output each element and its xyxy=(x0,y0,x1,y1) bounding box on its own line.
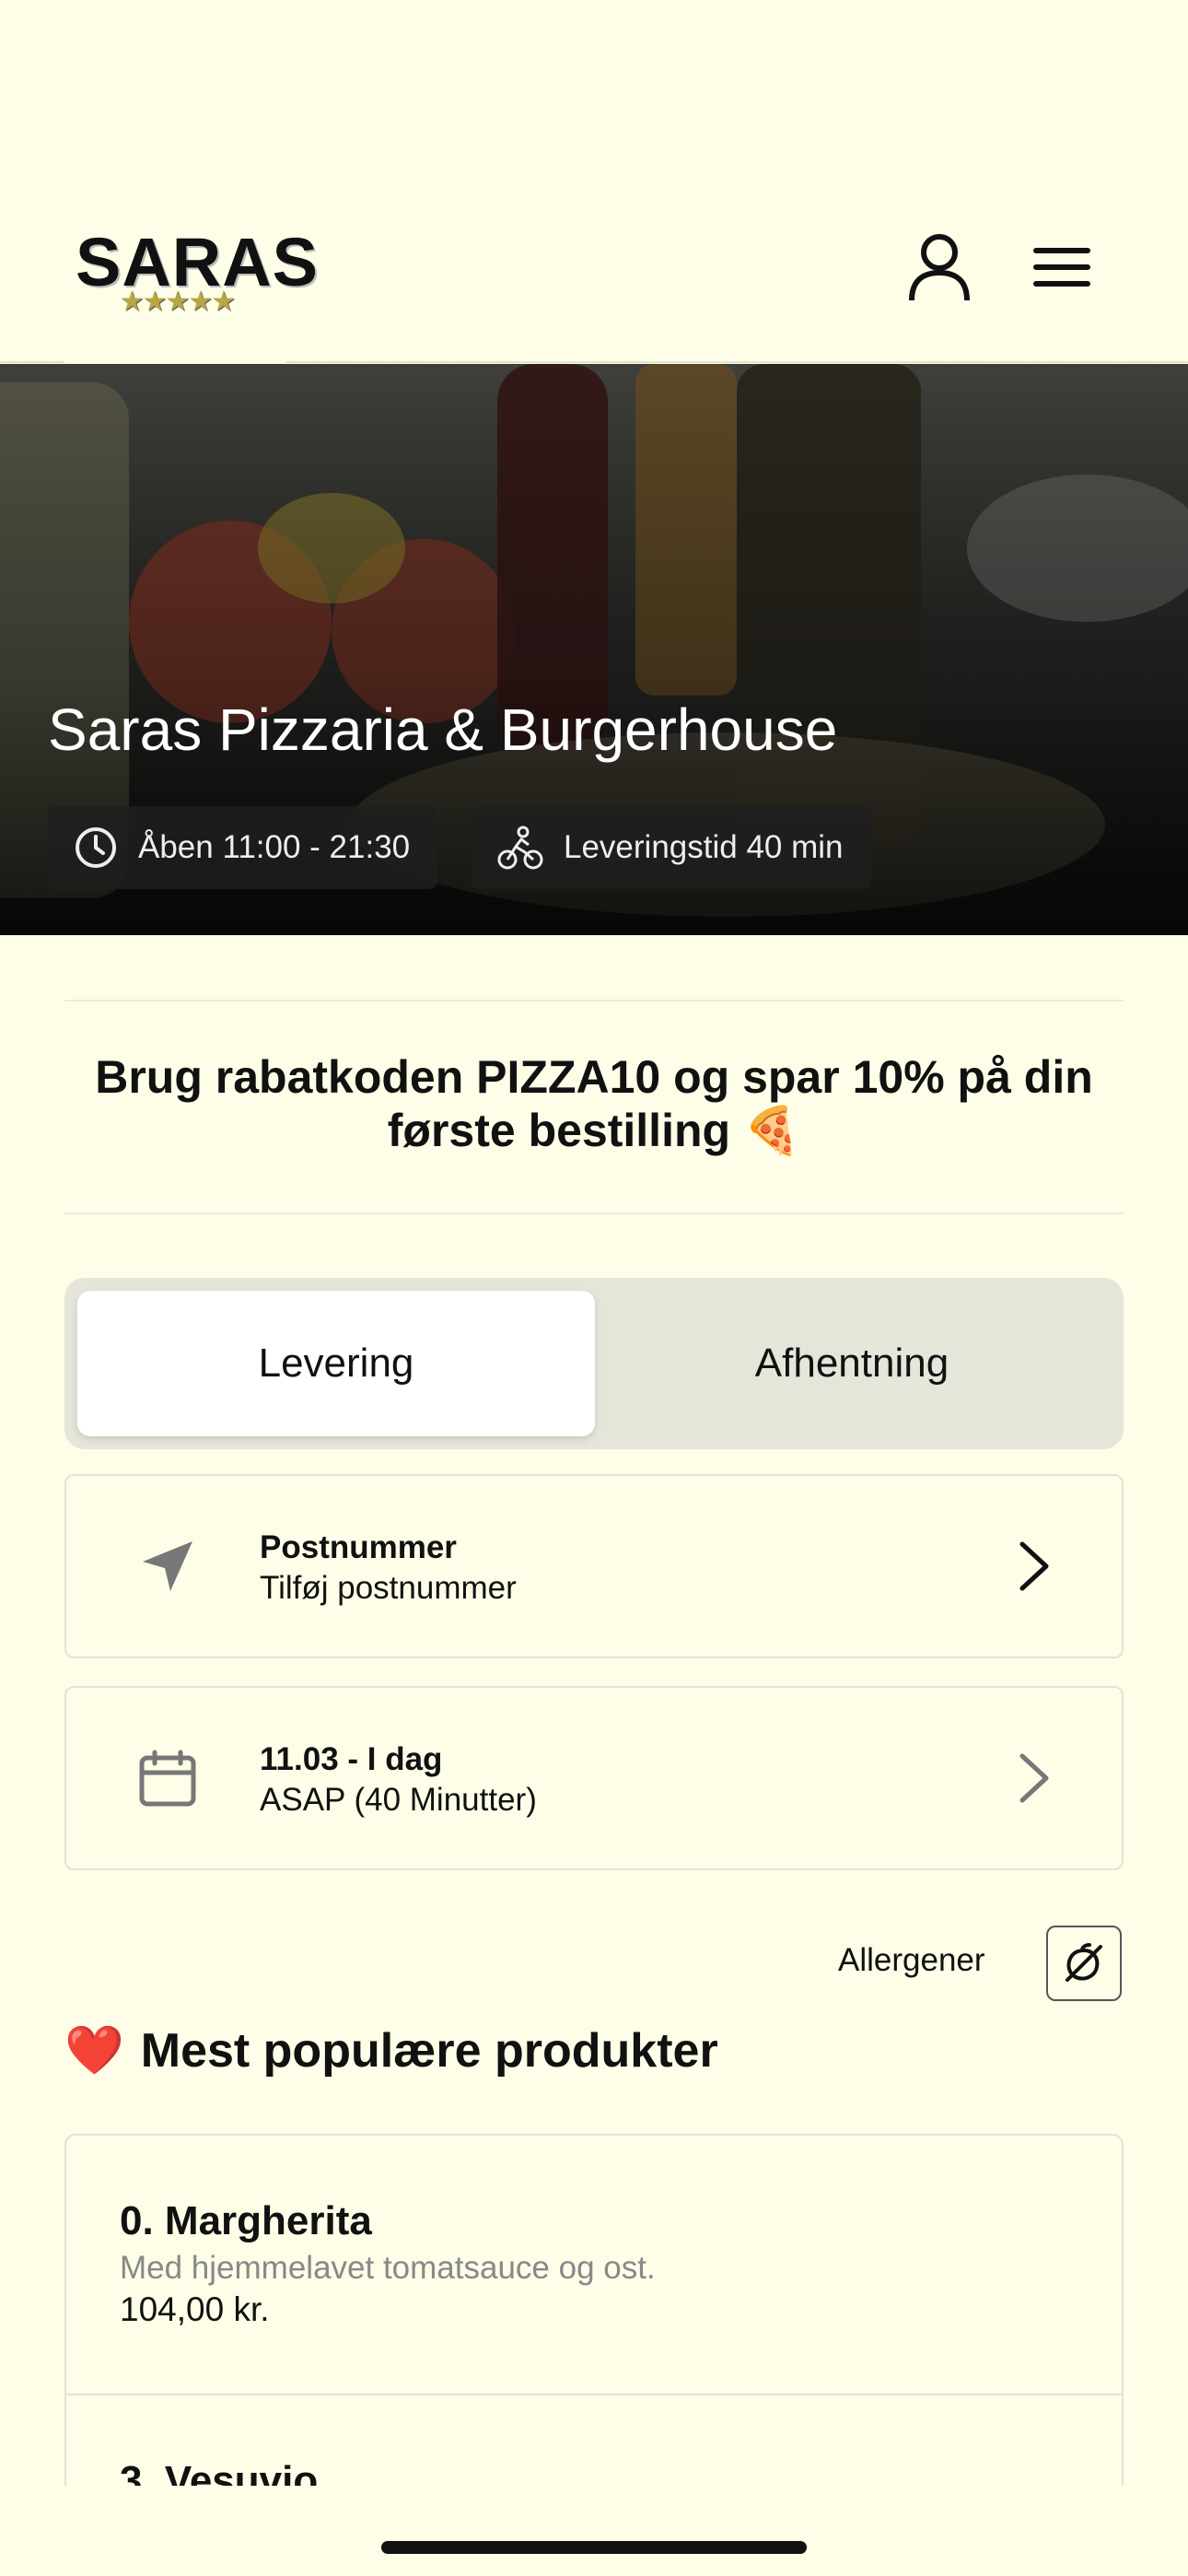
product-description: Med hjemmelavet tomatsauce og ost. xyxy=(120,2250,656,2286)
order-mode-toggle: Levering Afhentning xyxy=(64,1278,1124,1449)
allergen-filter-icon xyxy=(1066,1943,1102,1982)
heart-icon: ❤️ xyxy=(64,2024,124,2078)
popular-products-title: Mest populære produkter xyxy=(140,2023,718,2078)
pickup-tab[interactable]: Afhentning xyxy=(593,1291,1111,1436)
restaurant-name: Saras Pizzaria & Burgerhouse xyxy=(48,697,838,763)
location-arrow-icon xyxy=(131,1529,204,1603)
page: SARAS ★★★★★ Saras Pizzaria & Burgerhouse… xyxy=(0,0,1188,2576)
delivery-date-title: 11.03 - I dag xyxy=(260,1741,443,1777)
product-name: 0. Margherita xyxy=(120,2198,372,2243)
allergens-button[interactable] xyxy=(1046,1926,1122,2001)
bottom-safe-area xyxy=(0,2486,1188,2576)
chevron-right-icon xyxy=(1019,1541,1049,1591)
bicycle-courier-icon xyxy=(497,825,543,870)
product-price: 104,00 kr. xyxy=(120,2290,270,2328)
menu-icon[interactable] xyxy=(1022,226,1105,309)
logo[interactable]: SARAS ★★★★★ xyxy=(64,184,318,372)
opening-hours-chip: Åben 11:00 - 21:30 xyxy=(48,806,438,889)
user-icon[interactable] xyxy=(898,226,981,309)
opening-hours-text: Åben 11:00 - 21:30 xyxy=(138,829,411,865)
delivery-time-selector[interactable]: 11.03 - I dag ASAP (40 Minutter) xyxy=(64,1686,1124,1870)
delivery-date-subtitle: ASAP (40 Minutter) xyxy=(260,1782,537,1818)
hero-banner: Saras Pizzaria & Burgerhouse Åben 11:00 … xyxy=(0,364,1188,935)
divider xyxy=(64,1000,1124,1001)
promo-banner: Brug rabatkoden PIZZA10 og spar 10% på d… xyxy=(95,1051,1093,1156)
delivery-time-chip: Leveringstid 40 min xyxy=(472,806,871,889)
delivery-time-text: Leveringstid 40 min xyxy=(564,829,844,865)
postal-code-subtitle: Tilføj postnummer xyxy=(260,1570,517,1606)
postal-code-title: Postnummer xyxy=(260,1529,457,1565)
popular-products-heading: ❤️ Mest populære produkter xyxy=(64,2022,718,2078)
divider xyxy=(64,1212,1124,1214)
app-header: SARAS ★★★★★ xyxy=(0,184,1188,372)
calendar-icon xyxy=(131,1741,204,1815)
delivery-tab[interactable]: Levering xyxy=(77,1291,595,1436)
postal-code-selector[interactable]: Postnummer Tilføj postnummer xyxy=(64,1474,1124,1658)
clock-icon xyxy=(76,827,116,868)
allergens-label[interactable]: Allergener xyxy=(838,1942,985,1979)
logo-stars: ★★★★★ xyxy=(119,287,236,317)
chevron-right-icon xyxy=(1019,1753,1049,1803)
home-indicator xyxy=(381,2541,807,2554)
product-item[interactable]: 0. Margherita Med hjemmelavet tomatsauce… xyxy=(66,2136,1122,2395)
